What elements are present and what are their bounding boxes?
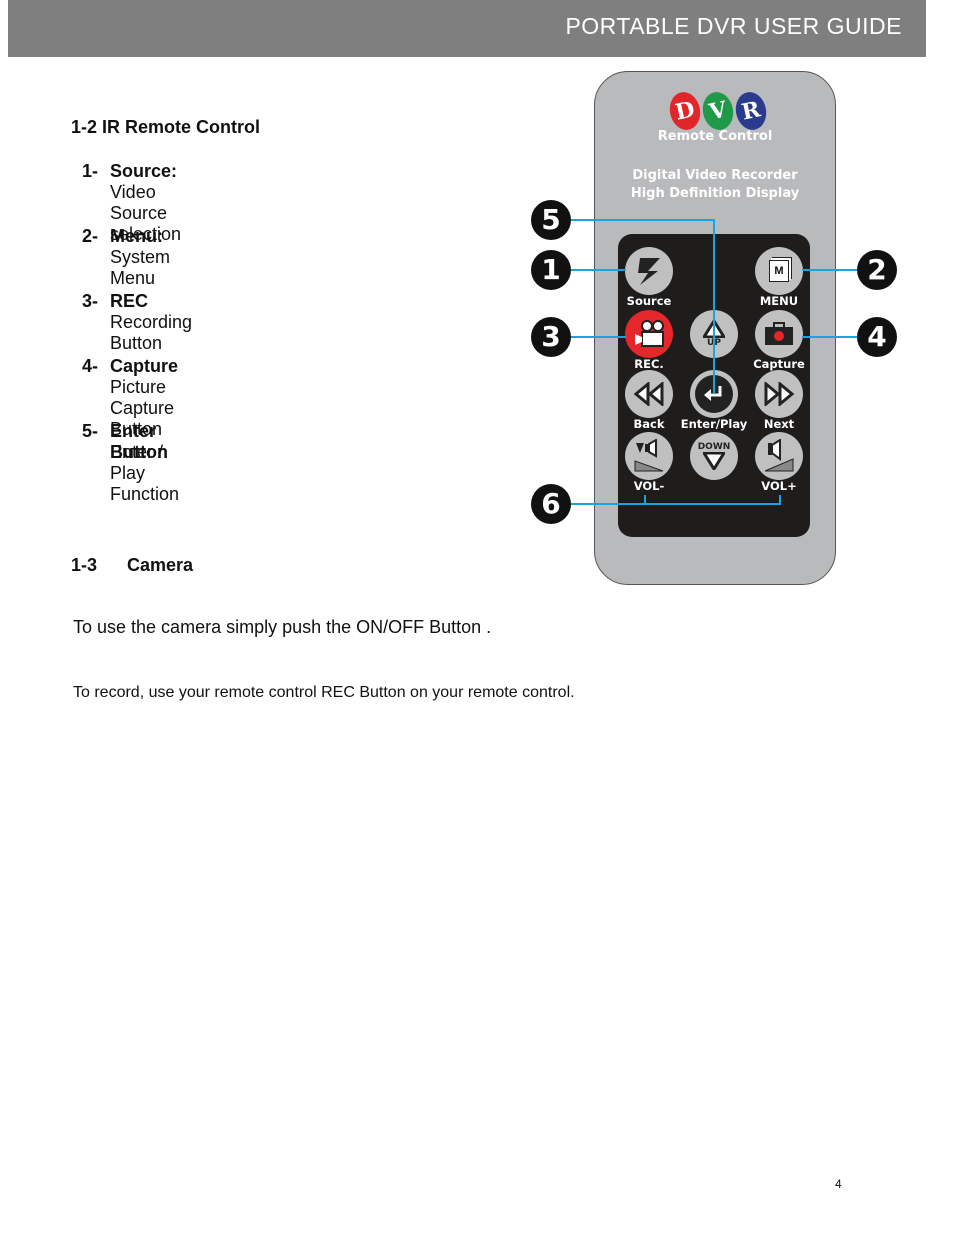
vol-down-button	[625, 432, 673, 480]
next-button	[755, 370, 803, 418]
remote-line-1: Digital Video Recorder	[632, 168, 798, 183]
capture-label: Capture	[753, 357, 805, 371]
item-number: 3-	[82, 291, 99, 311]
page-number: 4	[835, 1177, 842, 1191]
leader-line-6-right-tick	[779, 495, 781, 504]
item-description: Recording Button	[110, 312, 193, 353]
video-camera-icon	[635, 320, 664, 347]
callout-3: 3	[531, 317, 571, 357]
item-name: REC	[110, 291, 149, 311]
source-label: Source	[626, 294, 672, 308]
source-icon	[638, 258, 660, 285]
section-number-camera: 1-3	[71, 555, 98, 575]
rec-label: REC.	[634, 357, 664, 371]
remote-control-illustration: D V R Remote Control Digital Video Recor…	[594, 71, 836, 585]
menu-icon: M	[769, 260, 789, 282]
leader-line-2	[802, 269, 858, 271]
remote-subtitle: Remote Control	[657, 129, 773, 144]
item-description: Enter / Play Function	[110, 442, 180, 504]
dvr-logo: D V R	[666, 89, 770, 133]
item-name: Menu:	[110, 226, 163, 246]
menu-button: M	[755, 247, 803, 295]
section-title-camera: Camera	[127, 555, 194, 575]
remote-line-2: High Definition Display	[630, 186, 800, 201]
next-label: Next	[763, 417, 795, 431]
down-arrow-icon	[703, 452, 725, 470]
leader-line-6	[570, 503, 781, 505]
leader-line-5	[570, 219, 715, 221]
header-bar: PORTABLE DVR USER GUIDE	[8, 0, 926, 57]
rec-button	[625, 310, 673, 358]
logo-letter-d: D	[666, 89, 704, 133]
volume-up-icon	[764, 439, 794, 472]
item-number: 1-	[82, 161, 99, 181]
callout-2: 2	[857, 250, 897, 290]
camera-icon	[765, 322, 793, 345]
menu-label: MENU	[759, 294, 799, 308]
down-button: DOWN	[690, 432, 738, 480]
callout-5: 5	[531, 200, 571, 240]
volume-down-icon	[634, 439, 664, 472]
item-number: 2-	[82, 226, 99, 246]
vol-up-button	[755, 432, 803, 480]
section-title-remote: 1-2 IR Remote Control	[71, 117, 261, 137]
logo-letter-v: V	[699, 89, 737, 133]
rewind-icon	[633, 382, 664, 406]
leader-line-1	[570, 269, 626, 271]
source-button	[625, 247, 673, 295]
item-number: 4-	[82, 356, 99, 376]
logo-letter-r: R	[732, 89, 770, 133]
vol-down-label: VOL-	[633, 479, 665, 493]
camera-paragraph-2: To record, use your remote control REC B…	[73, 684, 575, 701]
fast-forward-icon	[764, 382, 795, 406]
camera-paragraph-1: To use the camera simply push the ON/OFF…	[73, 617, 492, 637]
leader-line-3	[570, 336, 626, 338]
leader-line-4	[802, 336, 858, 338]
leader-line-6-left-tick	[644, 495, 646, 504]
vol-up-label: VOL+	[761, 479, 797, 493]
guide-title: PORTABLE DVR USER GUIDE	[565, 13, 902, 39]
capture-button	[755, 310, 803, 358]
item-number: 5-	[82, 421, 99, 441]
callout-1: 1	[531, 250, 571, 290]
item-name: Capture	[110, 356, 179, 376]
item-description: System Menu	[110, 247, 171, 288]
item-name: Source:	[110, 161, 178, 181]
callout-4: 4	[857, 317, 897, 357]
back-button	[625, 370, 673, 418]
leader-line-5-vertical	[713, 219, 715, 394]
callout-6: 6	[531, 484, 571, 524]
down-label: DOWN	[697, 442, 731, 452]
